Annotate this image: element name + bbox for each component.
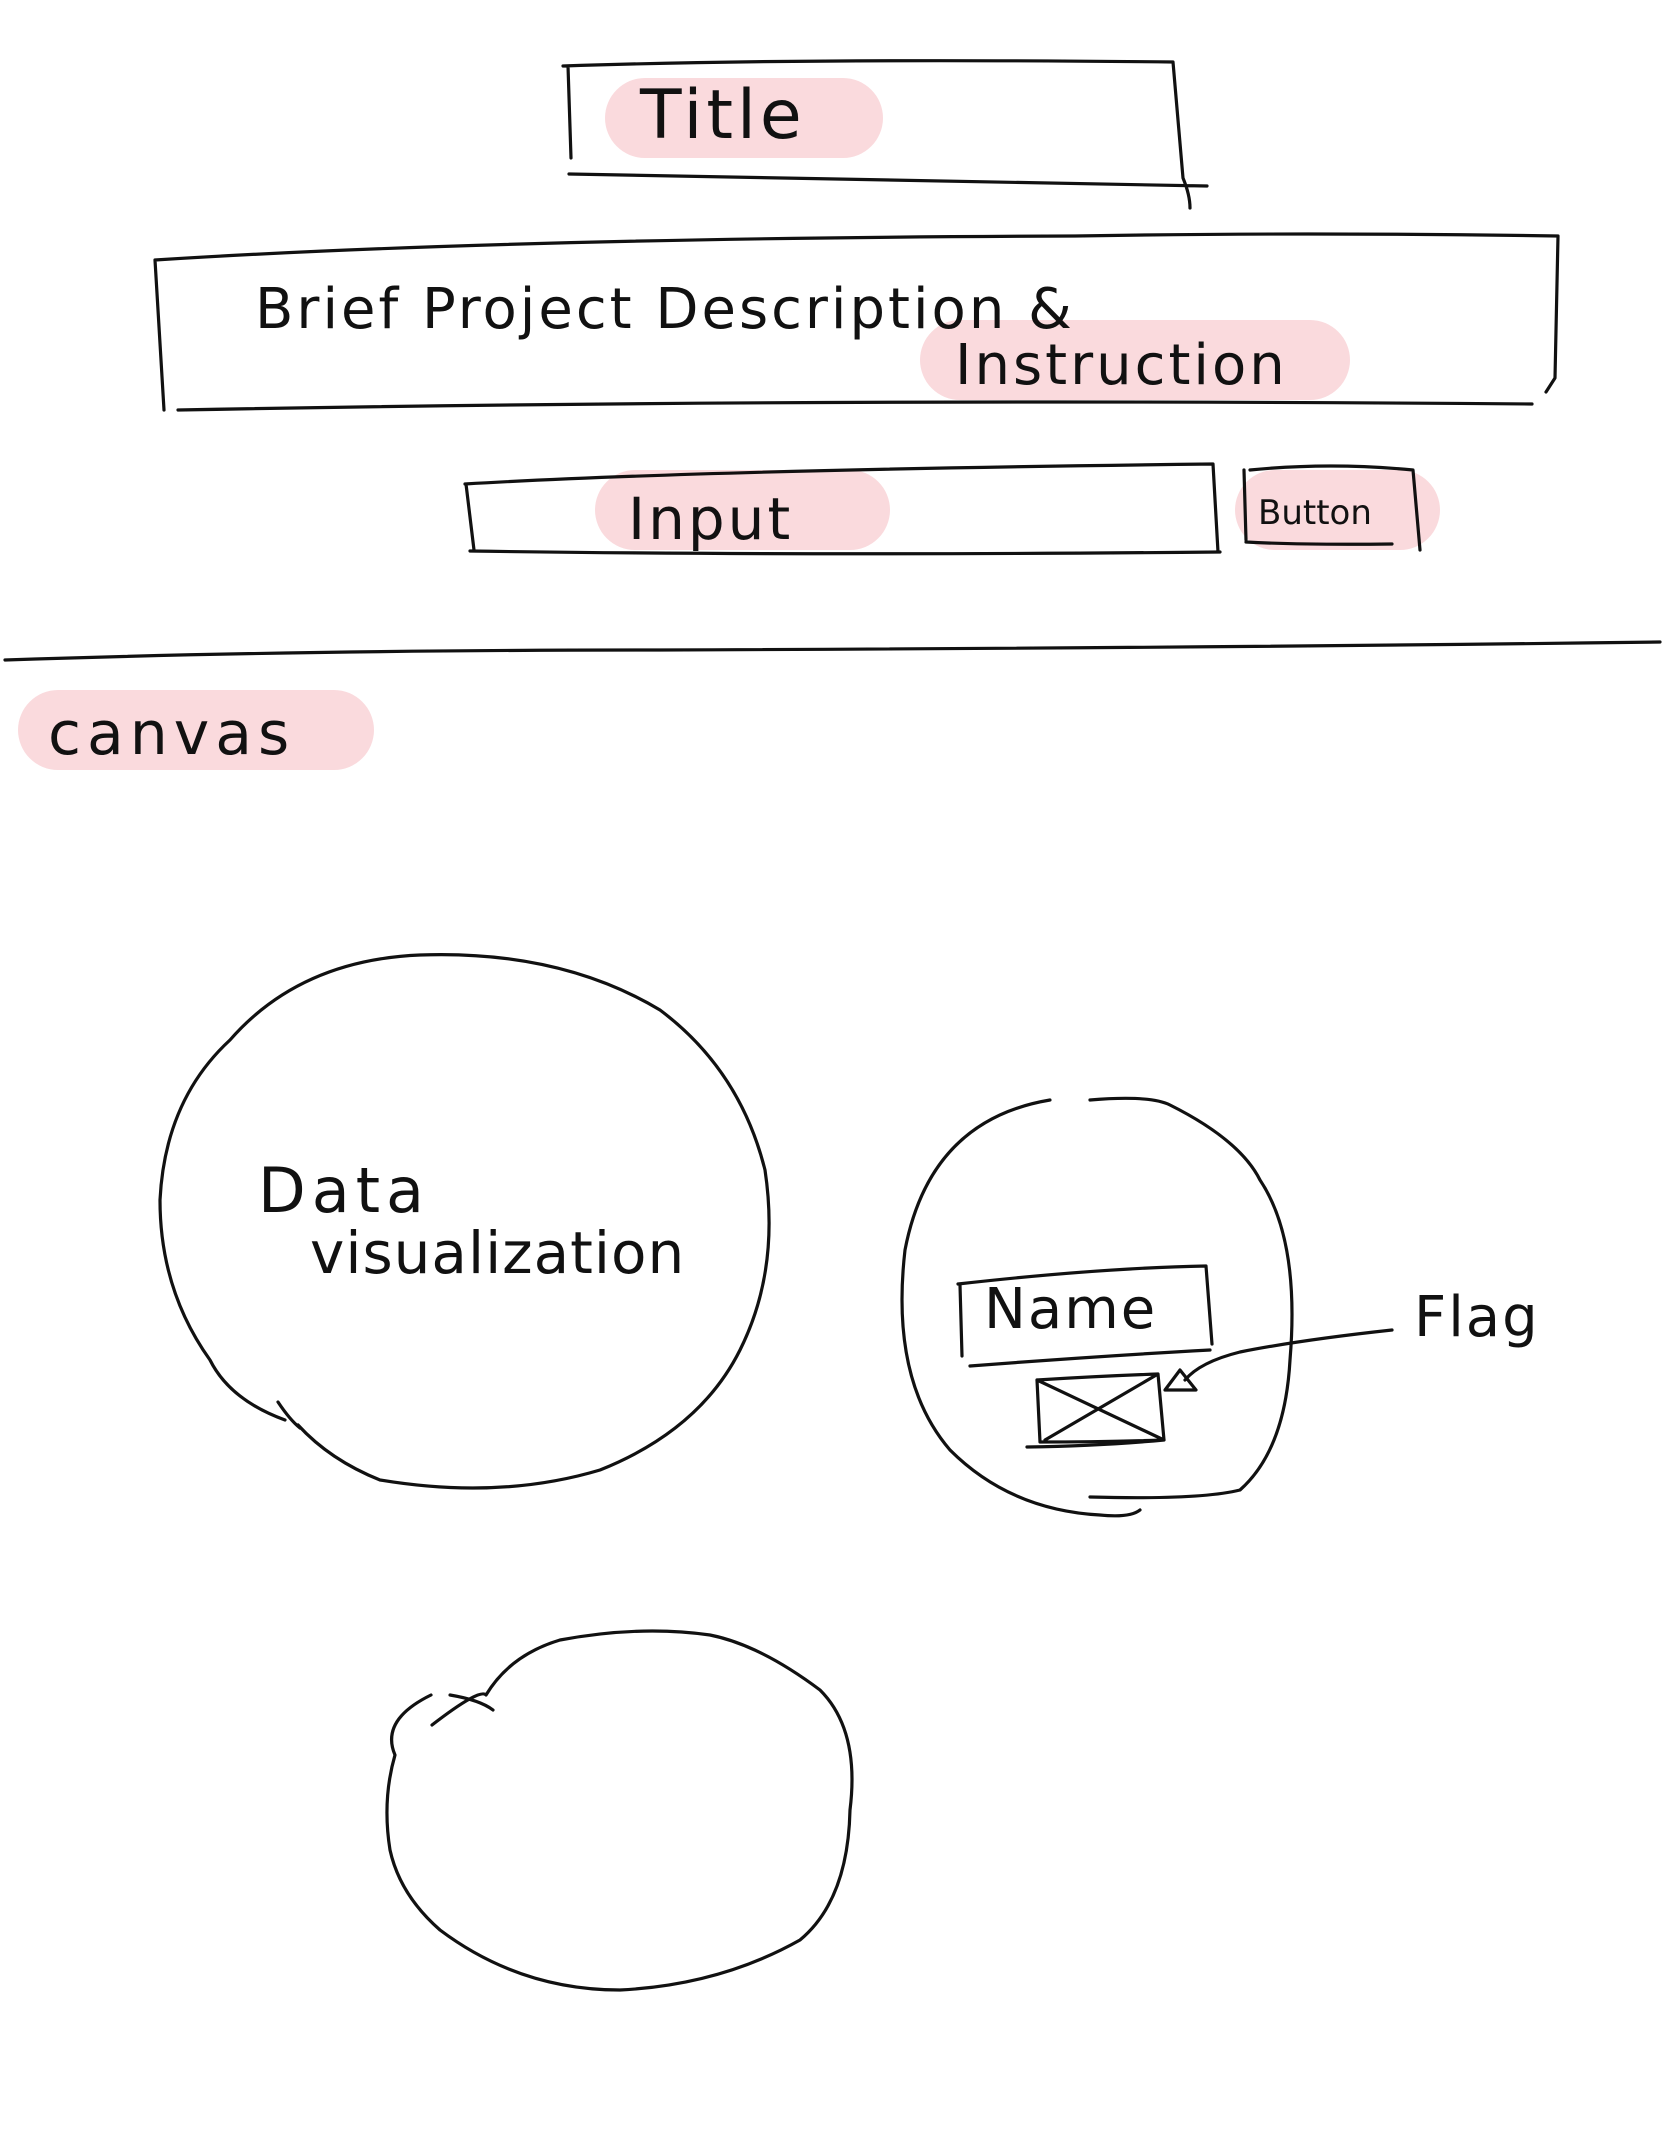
instruction-text: Instruction xyxy=(955,333,1288,398)
image-placeholder-frame xyxy=(1025,1372,1166,1449)
description-text: Brief Project Description & xyxy=(255,277,1075,342)
input-field[interactable]: Input xyxy=(628,490,793,548)
data-viz-label-line1: Data xyxy=(258,1154,431,1227)
canvas-label: canvas xyxy=(48,699,296,769)
empty-node xyxy=(385,1629,854,1992)
section-divider xyxy=(3,640,1662,662)
flag-arrow xyxy=(1163,1328,1394,1392)
action-button[interactable]: Button xyxy=(1258,496,1372,530)
flag-label: Flag xyxy=(1414,1285,1540,1350)
input-box xyxy=(463,462,1222,556)
data-viz-label-line2: visualization xyxy=(310,1219,686,1287)
node-name-label: Name xyxy=(984,1277,1158,1342)
page-title: Title xyxy=(640,76,806,155)
